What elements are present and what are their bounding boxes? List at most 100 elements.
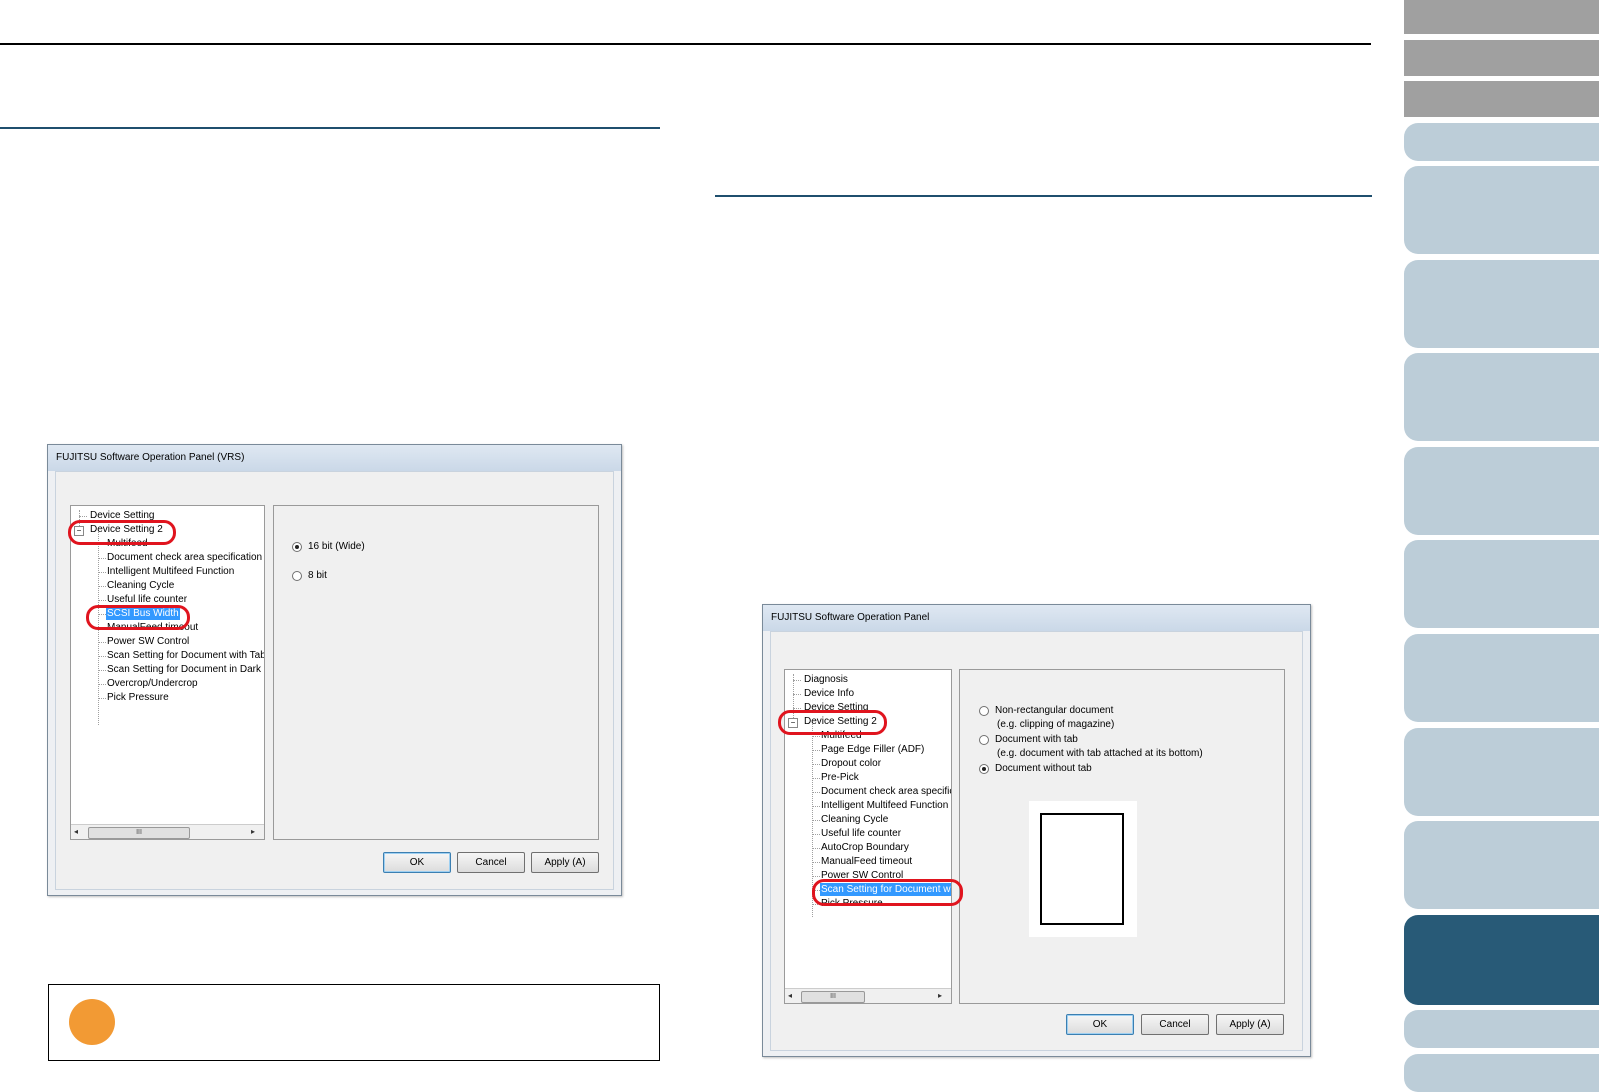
scroll-right-icon[interactable]: ▸ — [251, 827, 255, 836]
nav-tab-5[interactable] — [1404, 166, 1599, 254]
tree-item[interactable]: Intelligent Multifeed Function — [821, 799, 948, 812]
tree-item[interactable]: AutoCrop Boundary — [821, 841, 909, 854]
tree-line — [812, 764, 820, 765]
nav-tab-13[interactable] — [1404, 1010, 1599, 1048]
tree-line — [812, 834, 820, 835]
scroll-thumb[interactable]: III — [801, 991, 865, 1003]
nav-tab-8[interactable] — [1404, 447, 1599, 535]
tree-item-diagnosis[interactable]: Diagnosis — [804, 673, 848, 686]
tree-line — [79, 516, 87, 517]
tree-line — [812, 792, 820, 793]
apply-button[interactable]: Apply (A) — [1216, 1014, 1284, 1035]
radio-non-rectangular[interactable] — [979, 706, 989, 716]
right-dialog-title: FUJITSU Software Operation Panel — [763, 605, 1310, 631]
document-preview — [1029, 801, 1137, 937]
highlight-device-setting-2 — [68, 520, 176, 545]
tree-line — [98, 642, 106, 643]
tree-line — [812, 750, 820, 751]
tree-line — [98, 558, 106, 559]
tree-item[interactable]: Dropout color — [821, 757, 881, 770]
nav-tab-3[interactable] — [1404, 81, 1599, 117]
tree-item[interactable]: Scan Setting for Document in Dark B — [107, 663, 264, 676]
tree-item[interactable]: Intelligent Multifeed Function — [107, 565, 234, 578]
tree-item[interactable]: Overcrop/Undercrop — [107, 677, 198, 690]
tree-line — [812, 820, 820, 821]
tree-line — [98, 684, 106, 685]
ok-button[interactable]: OK — [383, 852, 451, 873]
tree-line — [98, 600, 106, 601]
option-label-non-rectangular: Non-rectangular document — [995, 705, 1114, 716]
nav-tab-4[interactable] — [1404, 123, 1599, 161]
tree-line — [98, 572, 106, 573]
radio-with-tab[interactable] — [979, 735, 989, 745]
apply-button[interactable]: Apply (A) — [531, 852, 599, 873]
tree-line — [98, 586, 106, 587]
header-rule — [0, 43, 1371, 45]
scroll-thumb[interactable]: III — [88, 827, 190, 839]
tree-line — [793, 708, 801, 709]
tree-item-device-info[interactable]: Device Info — [804, 687, 854, 700]
option-label-16bit: 16 bit (Wide) — [308, 541, 365, 552]
nav-tab-6[interactable] — [1404, 260, 1599, 348]
right-dialog: FUJITSU Software Operation Panel Diagnos… — [762, 604, 1311, 1057]
ok-button[interactable]: OK — [1066, 1014, 1134, 1035]
cancel-button[interactable]: Cancel — [1141, 1014, 1209, 1035]
tree-item[interactable]: Page Edge Filler (ADF) — [821, 743, 924, 756]
tree-item[interactable]: Document check area specific — [821, 785, 951, 798]
section-rule-left — [0, 127, 660, 129]
option-label-8bit: 8 bit — [308, 570, 327, 581]
tree-line — [812, 736, 820, 737]
nav-tab-14[interactable] — [1404, 1054, 1599, 1092]
highlight-scsi-bus-width — [86, 605, 190, 630]
left-options-panel: 16 bit (Wide) 8 bit — [273, 505, 599, 840]
nav-tab-10[interactable] — [1404, 634, 1599, 722]
radio-without-tab[interactable] — [979, 764, 989, 774]
tree-horizontal-scrollbar[interactable]: ◂ III ▸ — [71, 824, 264, 839]
left-dialog: FUJITSU Software Operation Panel (VRS) D… — [47, 444, 622, 896]
highlight-scan-setting-tab — [812, 879, 963, 906]
tree-line — [812, 876, 820, 877]
nav-tab-current[interactable] — [1404, 915, 1599, 1005]
tree-line — [812, 806, 820, 807]
tree-item[interactable]: Scan Setting for Document with Tab — [107, 649, 264, 662]
left-dialog-title: FUJITSU Software Operation Panel (VRS) — [48, 445, 621, 471]
tree-item[interactable]: Cleaning Cycle — [821, 813, 888, 826]
scroll-left-icon[interactable]: ◂ — [74, 827, 78, 836]
nav-tab-12[interactable] — [1404, 821, 1599, 909]
option-sub-non-rectangular: (e.g. clipping of magazine) — [997, 719, 1115, 730]
radio-16bit[interactable] — [292, 542, 302, 552]
option-sub-with-tab: (e.g. document with tab attached at its … — [997, 748, 1203, 759]
left-settings-tree[interactable]: Device Setting − Device Setting 2 Multif… — [70, 505, 265, 840]
scroll-left-icon[interactable]: ◂ — [788, 991, 792, 1000]
nav-tab-9[interactable] — [1404, 540, 1599, 628]
note-box — [48, 984, 660, 1061]
attention-icon — [69, 999, 115, 1045]
right-options-panel: Non-rectangular document (e.g. clipping … — [959, 669, 1285, 1004]
tree-line — [98, 698, 106, 699]
option-label-with-tab: Document with tab — [995, 734, 1078, 745]
tree-item[interactable]: Document check area specification — [107, 551, 262, 564]
tree-item[interactable]: Cleaning Cycle — [107, 579, 174, 592]
right-dialog-client: Diagnosis Device Info Device Setting − D… — [770, 631, 1303, 1051]
tree-item[interactable]: Pick Pressure — [107, 691, 169, 704]
scroll-right-icon[interactable]: ▸ — [938, 991, 942, 1000]
tree-horizontal-scrollbar[interactable]: ◂ III ▸ — [785, 988, 951, 1003]
tree-item[interactable]: Useful life counter — [821, 827, 901, 840]
tree-line — [793, 680, 801, 681]
tree-item[interactable]: ManualFeed timeout — [821, 855, 912, 868]
cancel-button[interactable]: Cancel — [457, 852, 525, 873]
tree-line — [812, 862, 820, 863]
radio-8bit[interactable] — [292, 571, 302, 581]
nav-tab-1[interactable] — [1404, 0, 1599, 34]
tree-line — [98, 656, 106, 657]
tree-item[interactable]: Power SW Control — [107, 635, 189, 648]
tree-line — [98, 670, 106, 671]
tree-line — [793, 694, 801, 695]
nav-tab-2[interactable] — [1404, 40, 1599, 76]
nav-tab-7[interactable] — [1404, 353, 1599, 441]
tree-item[interactable]: Pre-Pick — [821, 771, 859, 784]
tree-line — [812, 848, 820, 849]
document-shape-icon — [1040, 813, 1124, 925]
option-label-without-tab: Document without tab — [995, 763, 1092, 774]
nav-tab-11[interactable] — [1404, 728, 1599, 816]
